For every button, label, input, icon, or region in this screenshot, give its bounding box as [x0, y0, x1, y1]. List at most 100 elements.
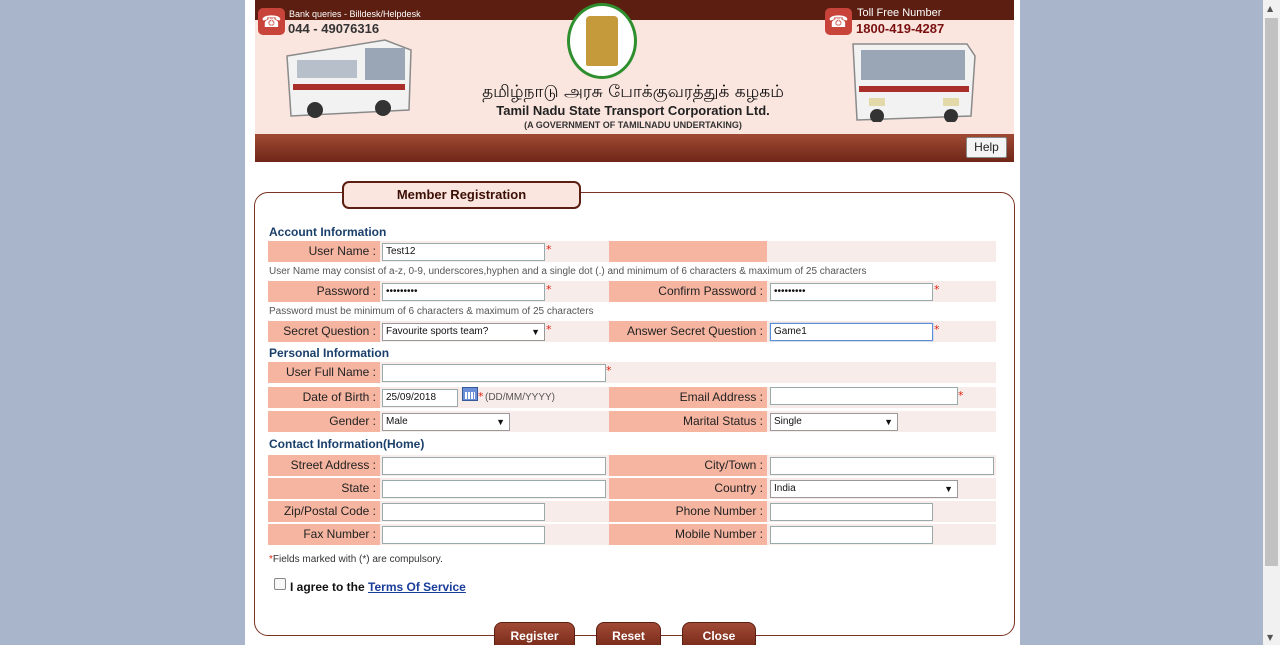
confirm-password-input[interactable]: ••••••••• — [770, 283, 933, 301]
email-label: Email Address : — [609, 387, 767, 408]
marital-value: Single — [774, 416, 802, 427]
header-banner: ☎ Bank queries - Billdesk/Helpdesk 044 -… — [255, 0, 1014, 134]
marital-select[interactable]: Single ▼ — [770, 413, 898, 431]
bus-image-right — [852, 43, 976, 122]
required-mark: * — [546, 283, 552, 296]
scroll-down-icon[interactable]: ▼ — [1267, 633, 1273, 642]
required-mark: * — [546, 243, 552, 256]
chevron-down-icon: ▼ — [531, 327, 540, 337]
required-mark: * — [478, 390, 484, 403]
bank-queries-phone: 044 - 49076316 — [288, 21, 380, 36]
gender-select[interactable]: Male ▼ — [382, 413, 510, 431]
required-mark: * — [934, 283, 940, 296]
row-dob-email: Date of Birth : 25/09/2018 * (DD/MM/YYYY… — [268, 387, 996, 408]
toll-free-number: 1800-419-4287 — [856, 21, 945, 36]
phone-icon: ☎ — [825, 8, 852, 35]
user-name-label: User Name : — [268, 241, 380, 262]
state-input[interactable] — [382, 480, 606, 498]
title-subtitle: (A GOVERNMENT OF TAMILNADU UNDERTAKING) — [524, 120, 742, 130]
gender-label: Gender : — [268, 411, 380, 432]
agree-text: I agree to the — [290, 580, 365, 594]
chevron-down-icon: ▼ — [496, 417, 505, 427]
country-label: Country : — [609, 478, 767, 499]
empty-label-cell — [609, 241, 767, 262]
dob-label: Date of Birth : — [268, 387, 380, 408]
vertical-scrollbar[interactable]: ▲ ▼ — [1263, 0, 1280, 645]
gender-value: Male — [386, 416, 408, 427]
section-contact-title: Contact Information(Home) — [269, 437, 425, 451]
confirm-password-label: Confirm Password : — [609, 281, 767, 302]
scroll-up-icon[interactable]: ▲ — [1267, 4, 1273, 13]
phone-icon: ☎ — [258, 8, 285, 35]
phone-label: Phone Number : — [609, 501, 767, 522]
row-full-name: User Full Name : * — [268, 362, 996, 383]
full-name-label: User Full Name : — [268, 362, 380, 383]
mobile-label: Mobile Number : — [609, 524, 767, 545]
reset-button[interactable]: Reset — [596, 622, 661, 645]
full-name-input[interactable] — [382, 364, 606, 382]
street-input[interactable] — [382, 457, 606, 475]
required-mark: * — [958, 389, 964, 402]
dob-format-hint: (DD/MM/YYYY) — [485, 392, 555, 403]
row-street-city: Street Address : City/Town : — [268, 455, 996, 476]
fax-label: Fax Number : — [268, 524, 380, 545]
row-gender-marital: Gender : Male ▼ Marital Status : Single … — [268, 411, 996, 432]
scrollbar-thumb[interactable] — [1265, 18, 1278, 566]
tn-govt-emblem-icon — [567, 3, 637, 79]
agree-checkbox[interactable] — [274, 578, 286, 590]
zip-input[interactable] — [382, 503, 545, 521]
toll-free-label: Toll Free Number — [857, 7, 942, 19]
required-mark: * — [934, 323, 940, 336]
title-english: Tamil Nadu State Transport Corporation L… — [496, 103, 770, 118]
password-label: Password : — [268, 281, 380, 302]
city-label: City/Town : — [609, 455, 767, 476]
answer-secret-label: Answer Secret Question : — [609, 321, 767, 342]
row-user-name: User Name : Test12 * — [268, 241, 996, 262]
terms-of-service-link[interactable]: Terms Of Service — [368, 580, 466, 594]
row-state-country: State : Country : India ▼ — [268, 478, 996, 499]
agree-terms: I agree to the Terms Of Service — [290, 580, 466, 594]
country-select[interactable]: India ▼ — [770, 480, 958, 498]
calendar-icon[interactable] — [462, 387, 478, 401]
state-label: State : — [268, 478, 380, 499]
marital-label: Marital Status : — [609, 411, 767, 432]
city-input[interactable] — [770, 457, 994, 475]
secret-question-select[interactable]: Favourite sports team? ▼ — [382, 323, 545, 341]
bank-queries-label: Bank queries - Billdesk/Helpdesk — [289, 9, 421, 19]
mobile-input[interactable] — [770, 526, 933, 544]
secret-question-value: Favourite sports team? — [386, 326, 489, 337]
title-tamil: தமிழ்நாடு அரசு போக்குவரத்துக் கழகம் — [482, 82, 784, 102]
required-mark: * — [606, 364, 612, 377]
password-input[interactable]: ••••••••• — [382, 283, 545, 301]
country-value: India — [774, 483, 796, 494]
row-password: Password : ••••••••• * Confirm Password … — [268, 281, 996, 302]
password-hint: Password must be minimum of 6 characters… — [269, 306, 594, 317]
page-container: ☎ Bank queries - Billdesk/Helpdesk 044 -… — [245, 0, 1020, 645]
close-button[interactable]: Close — [682, 622, 756, 645]
email-input[interactable] — [770, 387, 958, 405]
chevron-down-icon: ▼ — [944, 484, 953, 494]
answer-secret-input[interactable]: Game1 — [770, 323, 933, 341]
nav-bar: Help — [255, 134, 1014, 162]
help-button[interactable]: Help — [966, 137, 1007, 158]
phone-input[interactable] — [770, 503, 933, 521]
row-zip-phone: Zip/Postal Code : Phone Number : — [268, 501, 996, 522]
dob-input[interactable]: 25/09/2018 — [382, 389, 458, 407]
row-secret-question: Secret Question : Favourite sports team?… — [268, 321, 996, 342]
form-title: Member Registration — [342, 181, 581, 209]
secret-question-label: Secret Question : — [268, 321, 380, 342]
section-account-title: Account Information — [269, 225, 387, 239]
user-name-input[interactable]: Test12 — [382, 243, 545, 261]
street-label: Street Address : — [268, 455, 380, 476]
fax-input[interactable] — [382, 526, 545, 544]
compulsory-note: *Fields marked with (*) are compulsory. — [269, 554, 443, 565]
row-fax-mobile: Fax Number : Mobile Number : — [268, 524, 996, 545]
section-personal-title: Personal Information — [269, 346, 390, 360]
required-mark: * — [546, 323, 552, 336]
user-name-hint: User Name may consist of a-z, 0-9, under… — [269, 266, 867, 277]
register-button[interactable]: Register — [494, 622, 575, 645]
chevron-down-icon: ▼ — [884, 417, 893, 427]
compulsory-text: Fields marked with (*) are compulsory. — [272, 554, 443, 565]
zip-label: Zip/Postal Code : — [268, 501, 380, 522]
bus-image-left — [286, 39, 412, 118]
